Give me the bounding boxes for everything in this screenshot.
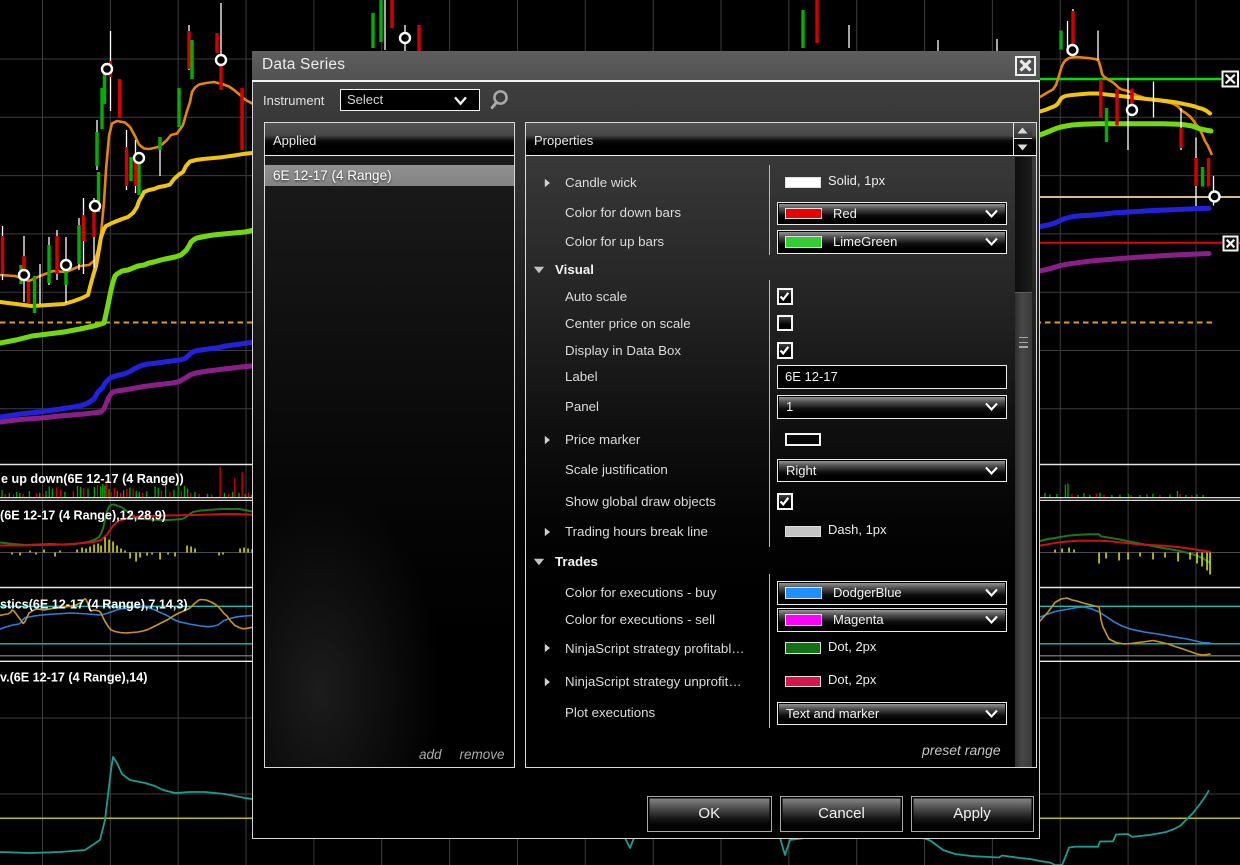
svg-text:e up down(6E 12-17 (4 Range)): e up down(6E 12-17 (4 Range)) — [1, 472, 184, 486]
svg-text:v.(6E 12-17 (4 Range),14): v.(6E 12-17 (4 Range),14) — [0, 671, 147, 685]
svg-text:stics(6E 12-17 (4 Range),7,14,: stics(6E 12-17 (4 Range),7,14,3) — [0, 598, 188, 612]
svg-text:(6E 12-17 (4 Range),12,28,9): (6E 12-17 (4 Range),12,28,9) — [0, 509, 166, 523]
